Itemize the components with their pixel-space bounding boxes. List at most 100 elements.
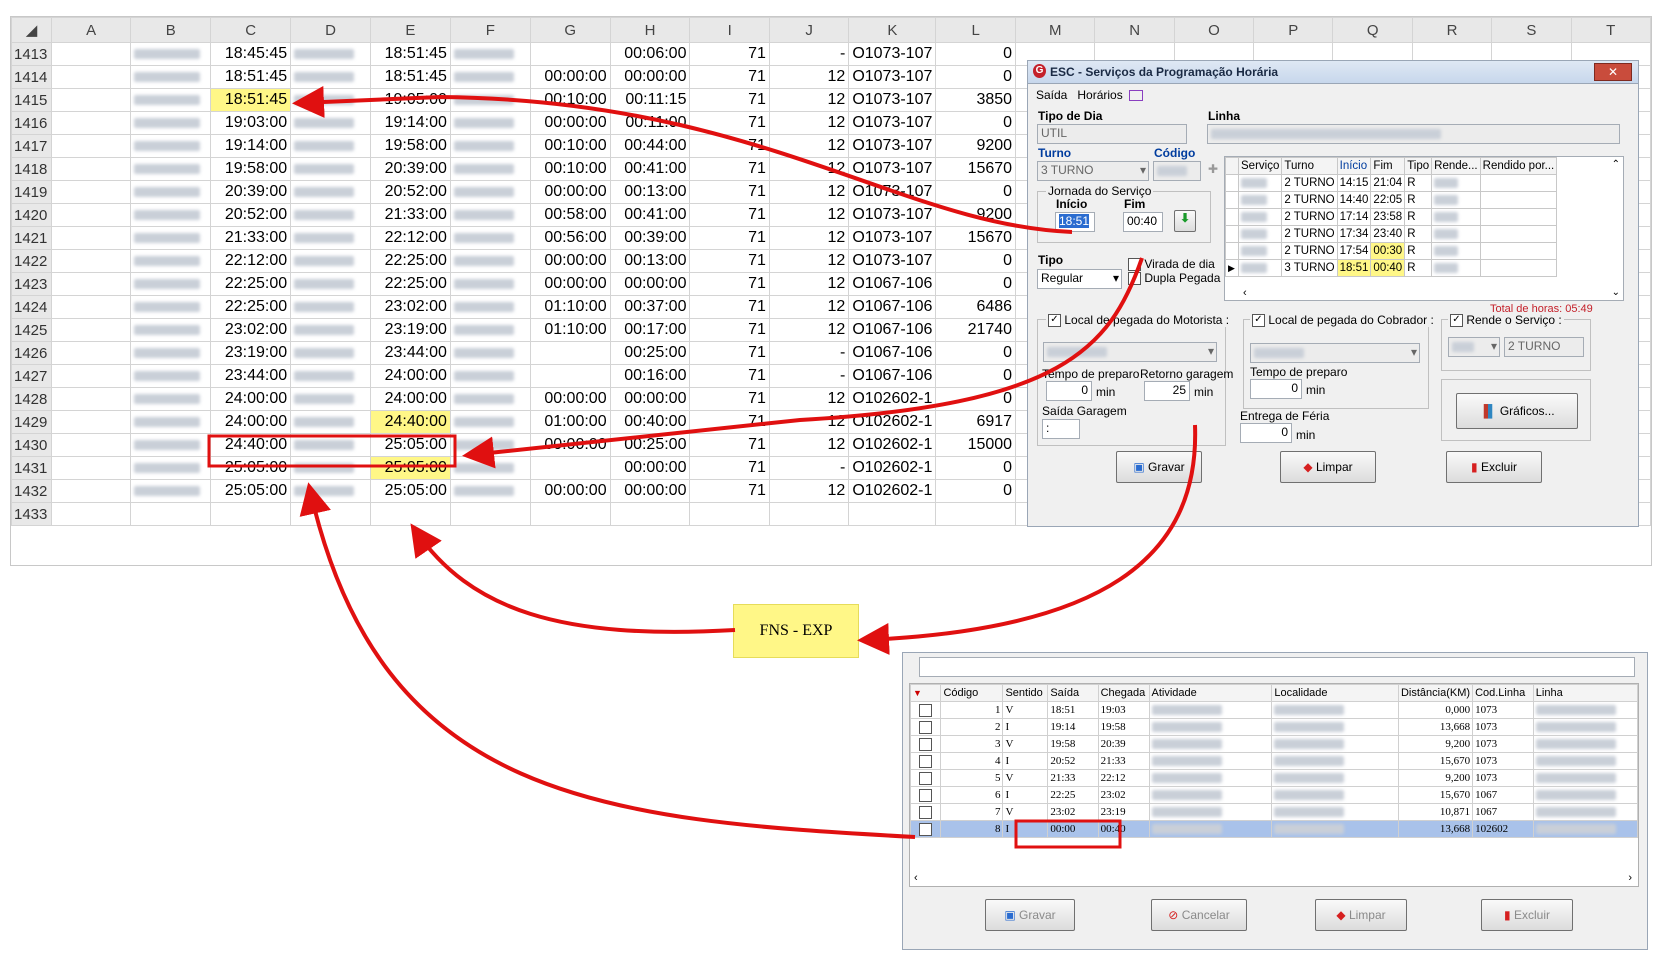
scroll-down-icon[interactable]: ⌄ [1612,287,1620,298]
service-tipo[interactable]: R [1404,191,1433,209]
list-row[interactable]: 1 V 18:51 19:03 0,000 1073 [909,701,1639,719]
service-tipo[interactable]: R [1404,225,1433,243]
arrow-down-button[interactable]: ⬇ [1174,210,1196,232]
cell-D[interactable] [290,433,371,457]
cell-K[interactable]: O1073-107 [848,65,937,89]
fim-field[interactable]: 00:40 [1123,212,1163,232]
cell-D[interactable] [290,341,371,365]
list-header[interactable]: Localidade [1271,684,1399,702]
cell-K[interactable]: O1067-106 [848,295,937,319]
cell-F[interactable] [449,111,531,135]
cell-G[interactable]: 00:00:00 [529,479,611,503]
service-inicio[interactable]: 18:51 [1336,259,1372,277]
list-chegada[interactable]: 22:12 [1097,769,1150,787]
cell-C[interactable]: 21:33:00 [210,226,292,250]
cell-K[interactable] [848,502,937,526]
list-saida[interactable]: 23:02 [1047,803,1099,821]
cell-A[interactable] [50,318,132,342]
cell-A[interactable] [50,433,132,457]
cell-J[interactable]: 12 [768,318,850,342]
row-number[interactable]: 1414 [11,65,52,89]
cell-D[interactable] [290,318,371,342]
add-icon[interactable]: ✚ [1208,162,1218,176]
cell-B[interactable] [130,180,212,204]
cell-L[interactable]: 0 [935,364,1017,388]
turno-select[interactable]: 3 TURNO ▾ [1037,161,1149,181]
cell-D[interactable] [290,180,371,204]
row-number[interactable]: 1433 [11,502,52,526]
cell-I[interactable]: 71 [689,433,770,457]
grid-header[interactable]: Fim [1370,157,1406,175]
row-number[interactable]: 1431 [11,456,52,480]
cell-L[interactable]: 9200 [935,203,1017,227]
cell-B[interactable] [130,134,212,158]
row-number[interactable]: 1430 [11,433,52,457]
cell-L[interactable]: 0 [935,341,1017,365]
cell-H[interactable]: 00:37:00 [609,295,691,319]
cell-L[interactable]: 3850 [935,88,1017,112]
list-dist[interactable]: 13,668 [1397,820,1474,838]
service-inicio[interactable]: 14:15 [1336,174,1372,192]
cell-J[interactable]: 12 [768,295,850,319]
cell-I[interactable]: 71 [689,42,770,66]
cell-H[interactable]: 00:40:00 [609,410,691,434]
cell-E[interactable]: 23:02:00 [369,295,451,319]
cell-D[interactable] [290,249,371,273]
cell-E[interactable]: 18:51:45 [369,65,451,89]
cell-K[interactable]: O1067-106 [848,318,937,342]
list-saida[interactable]: 21:33 [1047,769,1099,787]
cell-C[interactable]: 19:03:00 [210,111,292,135]
cell-J[interactable]: 12 [768,180,850,204]
grid-header[interactable]: Rende... [1431,157,1481,175]
cell-B[interactable] [130,65,212,89]
cell-K[interactable]: O1073-107 [848,134,937,158]
cell-H[interactable]: 00:41:00 [609,157,691,181]
service-row[interactable]: 2 TURNO 14:40 22:05 R [1225,191,1558,209]
cell-I[interactable]: 71 [689,249,770,273]
cell-F[interactable] [449,295,531,319]
list-header[interactable]: Código [940,684,1004,702]
list-chegada[interactable]: 21:33 [1097,752,1150,770]
cell-I[interactable]: 71 [689,203,770,227]
tempo-preparo2-field[interactable]: 0 [1250,379,1302,399]
cell-C[interactable]: 24:00:00 [210,410,292,434]
cell-J[interactable]: 12 [768,479,850,503]
cell-B[interactable] [130,203,212,227]
cell-I[interactable]: 71 [689,364,770,388]
list-row[interactable]: 4 I 20:52 21:33 15,670 1073 [909,752,1639,770]
service-turno[interactable]: 2 TURNO [1281,225,1338,243]
list-cancelar-button[interactable]: ⊘ Cancelar [1151,899,1247,931]
list-header[interactable]: Cod.Linha [1472,684,1534,702]
cell-H[interactable]: 00:00:00 [609,272,691,296]
cell-J[interactable]: - [768,42,850,66]
cell-K[interactable]: O102602-1 [848,433,937,457]
cell-B[interactable] [130,88,212,112]
filter-field[interactable] [919,657,1635,677]
column-header[interactable]: O [1173,17,1255,43]
cell-C[interactable]: 18:51:45 [210,88,292,112]
service-turno[interactable]: 2 TURNO [1281,191,1338,209]
list-chegada[interactable]: 23:02 [1097,786,1150,804]
cell-C[interactable]: 20:39:00 [210,180,292,204]
service-fim[interactable]: 00:40 [1370,259,1406,277]
cell-E[interactable]: 22:25:00 [369,249,451,273]
cell-I[interactable]: 71 [689,341,770,365]
cell-E[interactable]: 24:00:00 [369,387,451,411]
cell-J[interactable]: - [768,364,850,388]
cell-L[interactable]: 15000 [935,433,1017,457]
list-header[interactable]: Saída [1047,684,1099,702]
cell-B[interactable] [130,364,212,388]
list-row[interactable]: 2 I 19:14 19:58 13,668 1073 [909,718,1639,736]
cell-H[interactable]: 00:11:15 [609,88,691,112]
cell-B[interactable] [130,318,212,342]
list-codigo[interactable]: 8 [940,820,1004,838]
cell-E[interactable]: 25:05:00 [369,479,451,503]
cell-B[interactable] [130,157,212,181]
list-dist[interactable]: 0,000 [1397,701,1474,719]
cell-K[interactable]: O1073-107 [848,88,937,112]
cell-C[interactable]: 19:14:00 [210,134,292,158]
cell-D[interactable] [290,387,371,411]
service-fim[interactable]: 00:30 [1370,242,1406,260]
cell-K[interactable]: O1073-107 [848,42,937,66]
service-inicio[interactable]: 17:54 [1336,242,1372,260]
